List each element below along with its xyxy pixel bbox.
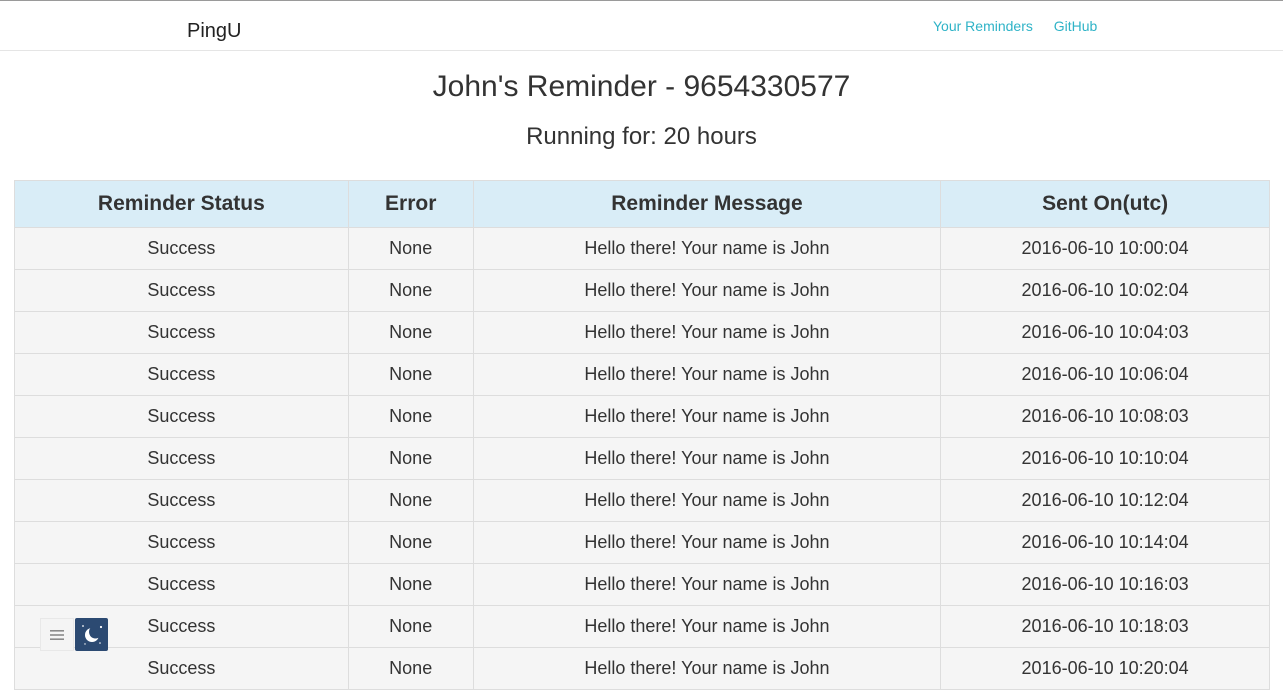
cell-error: None	[347, 521, 474, 564]
page-subtitle: Running for: 20 hours	[526, 123, 757, 150]
cell-error: None	[347, 353, 474, 396]
nav-link-your-reminders[interactable]: Your Reminders	[933, 18, 1033, 34]
cell-message: Hello there! Your name is John	[472, 395, 942, 438]
table-row: Success None Hello there! Your name is Joh…	[14, 227, 1270, 270]
table-row: Success None Hello there! Your name is Joh…	[14, 311, 1270, 354]
cell-error: None	[347, 647, 474, 690]
cell-status: Success	[14, 227, 349, 270]
cell-status: Success	[14, 521, 349, 564]
cell-status: Success	[14, 353, 349, 396]
column-header-status: Reminder Status	[14, 180, 349, 228]
table-row: Success None Hello there! Your name is Joh…	[14, 521, 1270, 564]
table-row: Success None Hello there! Your name is Joh…	[14, 479, 1270, 522]
table-row: Success None Hello there! Your name is Joh…	[14, 437, 1270, 480]
cell-sent-on: 2016-06-10 10:00:04	[940, 227, 1270, 270]
cell-error: None	[347, 311, 474, 354]
brand-link[interactable]: PingU	[187, 20, 241, 43]
cell-sent-on: 2016-06-10 10:02:04	[940, 269, 1270, 312]
table-row: Success None Hello there! Your name is Joh…	[14, 395, 1270, 438]
cell-sent-on: 2016-06-10 10:12:04	[940, 479, 1270, 522]
cell-status: Success	[14, 479, 349, 522]
nav-link-github[interactable]: GitHub	[1054, 18, 1098, 34]
cell-error: None	[347, 437, 474, 480]
table-row: Success None Hello there! Your name is Joh…	[14, 563, 1270, 606]
cell-message: Hello there! Your name is John	[472, 479, 942, 522]
table-body: Success None Hello there! Your name is Joh…	[14, 227, 1270, 690]
column-header-sent-on: Sent On(utc)	[940, 180, 1270, 228]
column-header-error: Error	[347, 180, 474, 228]
page-title: John's Reminder - 9654330577	[432, 70, 851, 103]
table-row: Success None Hello there! Your name is Joh…	[14, 353, 1270, 396]
cell-error: None	[347, 227, 474, 270]
cell-sent-on: 2016-06-10 10:20:04	[940, 647, 1270, 690]
cell-error: None	[347, 605, 474, 648]
cell-message: Hello there! Your name is John	[472, 311, 942, 354]
cell-sent-on: 2016-06-10 10:16:03	[940, 563, 1270, 606]
cell-status: Success	[14, 647, 349, 690]
cell-error: None	[347, 269, 474, 312]
cell-sent-on: 2016-06-10 10:10:04	[940, 437, 1270, 480]
column-header-message: Reminder Message	[472, 180, 942, 228]
cell-status: Success	[14, 395, 349, 438]
cell-sent-on: 2016-06-10 10:06:04	[940, 353, 1270, 396]
cell-status: Success	[14, 311, 349, 354]
table-row: Success None Hello there! Your name is Joh…	[14, 269, 1270, 312]
cell-status: Success	[14, 563, 349, 606]
cell-message: Hello there! Your name is John	[472, 437, 942, 480]
table-row: Success None Hello there! Your name is Joh…	[14, 647, 1270, 690]
cell-message: Hello there! Your name is John	[472, 605, 942, 648]
reminders-table: Reminder Status Error Reminder Message S…	[14, 180, 1270, 690]
cell-sent-on: 2016-06-10 10:04:03	[940, 311, 1270, 354]
cell-error: None	[347, 479, 474, 522]
cell-message: Hello there! Your name is John	[472, 647, 942, 690]
floating-widget	[40, 618, 108, 651]
hamburger-menu-icon[interactable]	[40, 618, 74, 651]
table-row: Success None Hello there! Your name is Joh…	[14, 605, 1270, 648]
cell-sent-on: 2016-06-10 10:14:04	[940, 521, 1270, 564]
cell-sent-on: 2016-06-10 10:18:03	[940, 605, 1270, 648]
cell-message: Hello there! Your name is John	[472, 269, 942, 312]
nav-links: Your Reminders GitHub	[933, 18, 1114, 34]
cell-message: Hello there! Your name is John	[472, 353, 942, 396]
cell-status: Success	[14, 269, 349, 312]
cell-message: Hello there! Your name is John	[472, 563, 942, 606]
cell-sent-on: 2016-06-10 10:08:03	[940, 395, 1270, 438]
moon-icon[interactable]	[75, 618, 108, 651]
cell-error: None	[347, 563, 474, 606]
cell-message: Hello there! Your name is John	[472, 227, 942, 270]
cell-status: Success	[14, 437, 349, 480]
navbar: PingU Your Reminders GitHub	[0, 0, 1283, 51]
cell-message: Hello there! Your name is John	[472, 521, 942, 564]
table-header-row: Reminder Status Error Reminder Message S…	[14, 180, 1270, 228]
cell-error: None	[347, 395, 474, 438]
